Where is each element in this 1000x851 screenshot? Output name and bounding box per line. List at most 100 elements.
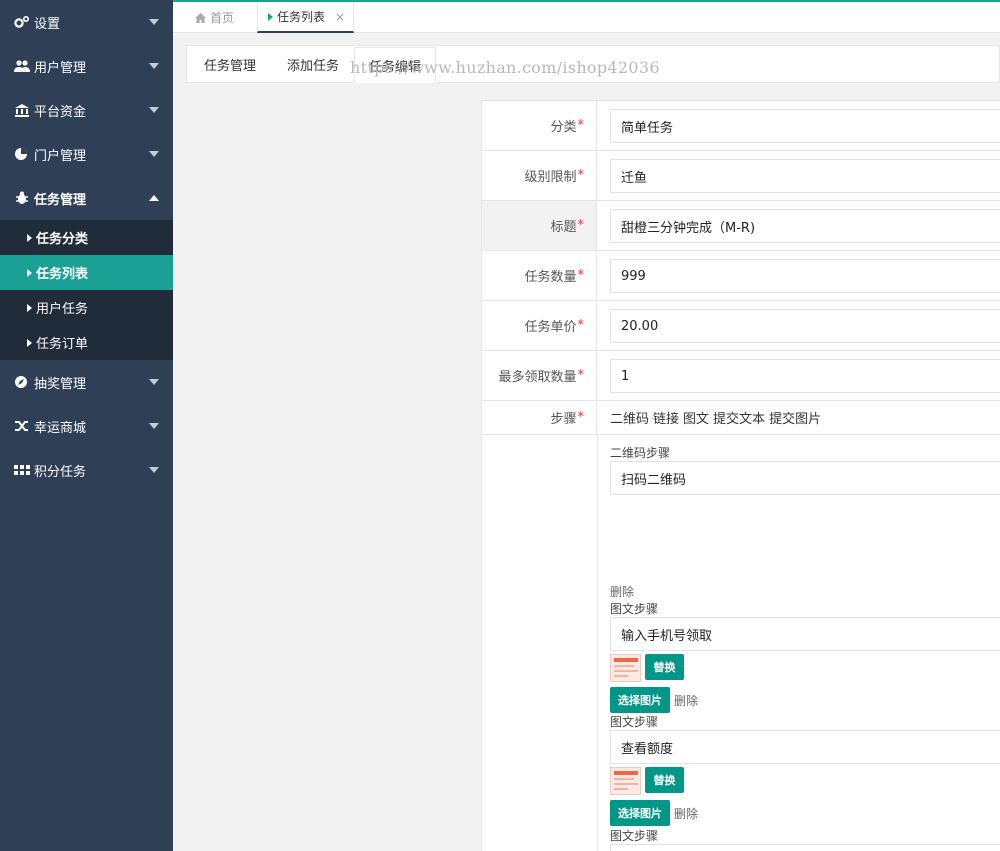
sub-item-task-list[interactable]: 任务列表 (0, 255, 173, 290)
pie-icon (14, 147, 30, 161)
subtab-task-management[interactable]: 任务管理 (204, 46, 256, 82)
chevron-down-icon (149, 107, 159, 113)
row-title: 标题 * 甜橙三分钟完成（M-R) (482, 201, 1000, 251)
nav-item-funds[interactable]: 平台资金 (0, 88, 173, 132)
row-steps: 步骤 * 二维码 链接 图文 提交文本 提交图片 (482, 401, 1000, 435)
sub-item-label: 任务列表 (36, 267, 89, 282)
nav-item-lottery[interactable]: 抽奖管理 (0, 360, 173, 404)
price-label: 任务单价 * (482, 301, 597, 350)
nav-label: 设置 (34, 16, 61, 32)
subtab-edit-task[interactable]: 任务编辑 (354, 47, 437, 83)
tab-home[interactable]: 首页 (195, 2, 234, 33)
sub-tabs: 任务管理 添加任务 任务编辑 (186, 45, 1000, 83)
title-label: 标题 * (482, 201, 597, 250)
pic-step-3-input[interactable] (610, 844, 1000, 851)
nav-label: 门户管理 (34, 148, 87, 164)
pic-step-2-delete-link[interactable]: 删除 (674, 805, 698, 822)
sub-item-label: 任务分类 (36, 232, 89, 247)
gears-icon (14, 15, 30, 29)
nav-item-users[interactable]: 用户管理 (0, 44, 173, 88)
category-label: 分类 * (482, 101, 597, 150)
max-claim-label: 最多领取数量 * (482, 351, 597, 400)
caret-right-icon (268, 12, 273, 21)
bug-icon (14, 191, 30, 205)
bank-icon (14, 103, 30, 117)
nav-item-points-tasks[interactable]: 积分任务 (0, 448, 173, 492)
nav-item-task-management[interactable]: 任务管理 (0, 176, 173, 220)
qr-step-input[interactable]: 扫码二维码 (610, 461, 1000, 495)
pic-step-1-replace-button[interactable]: 替换 (645, 654, 684, 680)
tab-task-list[interactable]: 任务列表 × (257, 2, 354, 33)
chevron-down-icon (149, 151, 159, 157)
pic-step-2-thumbnail (610, 767, 641, 795)
subtab-add-task[interactable]: 添加任务 (287, 46, 339, 82)
count-input[interactable]: 999 (610, 259, 1000, 293)
max-claim-input[interactable]: 1 (610, 359, 1000, 393)
sub-item-task-category[interactable]: 任务分类 (0, 220, 173, 255)
category-select[interactable]: 简单任务 (610, 109, 1000, 143)
pic-step-3-title: 图文步骤 (610, 829, 659, 843)
pic-step-1-delete-link[interactable]: 删除 (674, 692, 698, 709)
title-input[interactable]: 甜橙三分钟完成（M-R) (610, 209, 1000, 243)
sidebar: 设置 用户管理 平台资金 门户管理 任务管理 任务分类 任务列表 用户任务 任务… (0, 0, 173, 851)
sub-item-user-tasks[interactable]: 用户任务 (0, 290, 173, 325)
row-count: 任务数量 * 999 (482, 251, 1000, 301)
count-label: 任务数量 * (482, 251, 597, 300)
chevron-down-icon (149, 63, 159, 69)
nav-label: 幸运商城 (34, 420, 87, 436)
pic-step-1-choose-button[interactable]: 选择图片 (610, 687, 670, 713)
price-input[interactable]: 20.00 (610, 309, 1000, 343)
chevron-down-icon (149, 467, 159, 473)
step-type-submit-image[interactable]: 提交图片 (769, 408, 821, 427)
grid-icon (14, 463, 30, 477)
level-label: 级别限制 * (482, 151, 597, 200)
row-max-claim: 最多领取数量 * 1 (482, 351, 1000, 401)
compass-icon (14, 375, 30, 389)
row-category: 分类 * 简单任务 (482, 101, 1000, 151)
pic-step-1-title: 图文步骤 (610, 602, 659, 616)
close-icon[interactable]: × (335, 10, 345, 24)
top-tab-bar: 首页 任务列表 × (173, 0, 1000, 33)
sub-item-label: 用户任务 (36, 302, 89, 317)
step-type-qrcode[interactable]: 二维码 (610, 408, 649, 427)
pic-step-2-choose-button[interactable]: 选择图片 (610, 800, 670, 826)
shuffle-icon (14, 419, 30, 433)
row-price: 任务单价 * 20.00 (482, 301, 1000, 351)
pic-step-2-input[interactable]: 查看额度 (610, 730, 1000, 764)
sub-item-label: 任务订单 (36, 337, 89, 352)
users-icon (14, 59, 30, 73)
caret-right-icon (27, 268, 32, 277)
pic-step-1-thumbnail (610, 654, 641, 682)
nav-label: 积分任务 (34, 464, 87, 480)
qr-step-delete-link[interactable]: 删除 (610, 583, 634, 600)
chevron-down-icon (149, 379, 159, 385)
pic-step-1-input[interactable]: 输入手机号领取 (610, 617, 1000, 651)
task-edit-form: 分类 * 简单任务 级别限制 * 迁鱼 标题 * 甜橙三分钟完成（M-R) 任务数量 *… (481, 100, 1000, 851)
pic-step-2-replace-button[interactable]: 替换 (645, 767, 684, 793)
caret-right-icon (27, 338, 32, 347)
step-type-image-text[interactable]: 图文 (683, 408, 709, 427)
level-select[interactable]: 迁鱼 (610, 159, 1000, 193)
tab-task-list-label: 任务列表 (277, 10, 326, 24)
sub-item-task-orders[interactable]: 任务订单 (0, 325, 173, 360)
qr-step-title: 二维码步骤 (610, 446, 671, 460)
row-level: 级别限制 * 迁鱼 (482, 151, 1000, 201)
chevron-down-icon (149, 19, 159, 25)
step-type-links: 二维码 链接 图文 提交文本 提交图片 (610, 401, 821, 434)
caret-right-icon (27, 303, 32, 312)
step-type-submit-text[interactable]: 提交文本 (713, 408, 765, 427)
home-icon (195, 12, 206, 23)
nav-label: 抽奖管理 (34, 376, 87, 392)
task-submenu: 任务分类 任务列表 用户任务 任务订单 (0, 220, 173, 360)
nav-label: 平台资金 (34, 104, 87, 120)
nav-item-settings[interactable]: 设置 (0, 0, 173, 44)
nav-item-lucky-mall[interactable]: 幸运商城 (0, 404, 173, 448)
pic-step-2-title: 图文步骤 (610, 715, 659, 729)
step-type-link[interactable]: 链接 (653, 408, 679, 427)
nav-label: 用户管理 (34, 60, 87, 76)
steps-label: 步骤 * (482, 401, 597, 434)
nav-item-portal[interactable]: 门户管理 (0, 132, 173, 176)
chevron-up-icon (149, 195, 159, 201)
nav-label: 任务管理 (34, 192, 87, 208)
caret-right-icon (27, 233, 32, 242)
